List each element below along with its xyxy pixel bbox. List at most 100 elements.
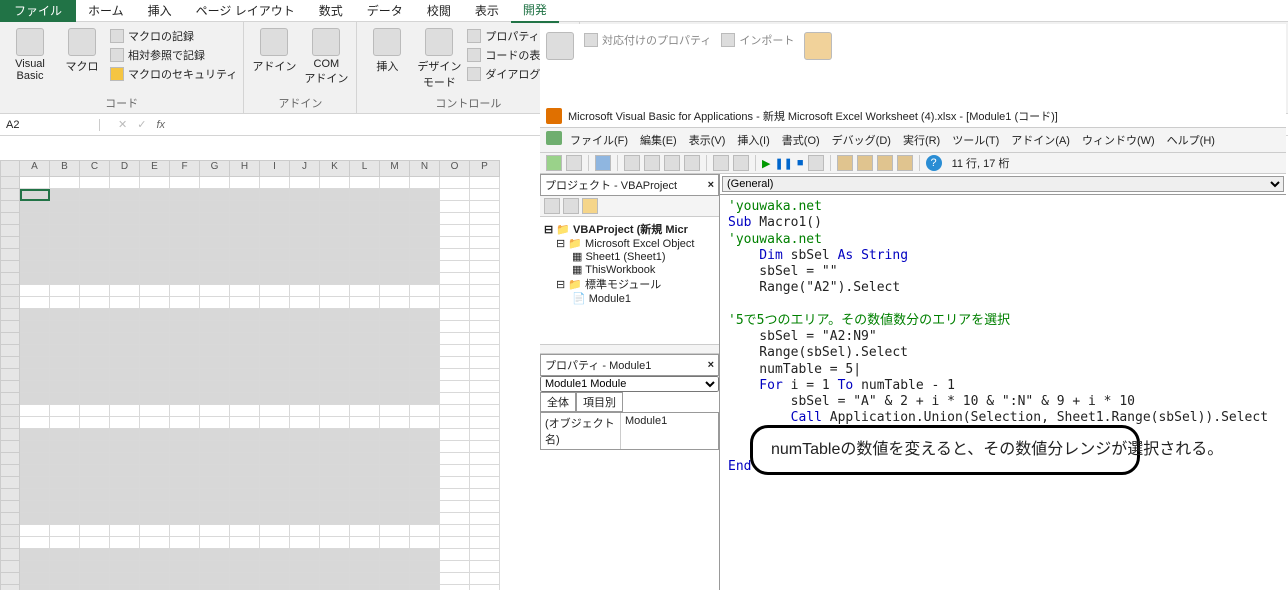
- col-header[interactable]: O: [440, 160, 470, 177]
- properties-panel-title: プロパティ - Module1 ×: [540, 354, 719, 376]
- col-header[interactable]: G: [200, 160, 230, 177]
- relative-ref-button[interactable]: 相対参照で記録: [110, 47, 237, 63]
- col-header[interactable]: L: [350, 160, 380, 177]
- tab-insert[interactable]: 挿入: [136, 0, 184, 22]
- object-browser-icon[interactable]: [877, 155, 893, 171]
- annotation-callout: numTableの数値を変えると、その数値分レンジが選択される。: [750, 425, 1140, 475]
- run-icon[interactable]: ▶: [762, 157, 770, 170]
- insert-module-icon[interactable]: [566, 155, 582, 171]
- col-header[interactable]: K: [320, 160, 350, 177]
- menu-file[interactable]: ファイル(F): [566, 131, 632, 149]
- col-header[interactable]: N: [410, 160, 440, 177]
- tab-review[interactable]: 校閲: [415, 0, 463, 22]
- col-header[interactable]: A: [20, 160, 50, 177]
- copy-icon[interactable]: [644, 155, 660, 171]
- menu-help[interactable]: ヘルプ(H): [1163, 131, 1219, 149]
- select-all-corner[interactable]: [0, 160, 20, 177]
- code-editor[interactable]: 'youwaka.net Sub Macro1() 'youwaka.net D…: [720, 195, 1286, 590]
- insert-button[interactable]: 挿入: [363, 24, 411, 74]
- com-addins-button[interactable]: COM アドイン: [302, 24, 350, 86]
- macros-button[interactable]: マクロ: [58, 24, 106, 74]
- cursor-position: 11 行, 17 桁: [952, 155, 1010, 171]
- view-object-icon[interactable]: [563, 198, 579, 214]
- save-icon[interactable]: [595, 155, 611, 171]
- visual-basic-button[interactable]: Visual Basic: [6, 24, 54, 82]
- fx-icon[interactable]: fx: [156, 119, 165, 131]
- toggle-folders-icon[interactable]: [582, 198, 598, 214]
- addins-button[interactable]: アドイン: [250, 24, 298, 74]
- import-button[interactable]: インポート: [721, 32, 794, 48]
- undo-icon[interactable]: [713, 155, 729, 171]
- reset-icon[interactable]: ■: [797, 157, 804, 169]
- col-header[interactable]: F: [170, 160, 200, 177]
- find-icon[interactable]: [684, 155, 700, 171]
- group-label-code: コード: [6, 93, 237, 113]
- col-header[interactable]: J: [290, 160, 320, 177]
- source-button[interactable]: [546, 28, 574, 60]
- help-icon[interactable]: ?: [926, 155, 942, 171]
- col-header[interactable]: E: [140, 160, 170, 177]
- menu-addins[interactable]: アドイン(A): [1007, 131, 1074, 149]
- tab-view[interactable]: 表示: [463, 0, 511, 22]
- prop-tab-categorized[interactable]: 項目別: [576, 392, 623, 412]
- menu-window[interactable]: ウィンドウ(W): [1078, 131, 1159, 149]
- map-properties-button[interactable]: 対応付けのプロパティ: [584, 32, 711, 48]
- tab-file[interactable]: ファイル: [0, 0, 76, 22]
- view-code-icon[interactable]: [544, 198, 560, 214]
- vbe-logo-icon: [546, 131, 562, 145]
- menu-edit[interactable]: 編集(E): [636, 131, 681, 149]
- view-excel-icon[interactable]: [546, 155, 562, 171]
- redo-icon[interactable]: [733, 155, 749, 171]
- menu-format[interactable]: 書式(O): [778, 131, 824, 149]
- tab-developer[interactable]: 開発: [511, 0, 559, 23]
- design-mode-button[interactable]: デザイン モード: [415, 24, 463, 90]
- prop-name-label: (オブジェクト名): [541, 413, 621, 449]
- menu-tools[interactable]: ツール(T): [948, 131, 1003, 149]
- col-header[interactable]: I: [260, 160, 290, 177]
- tree-module1[interactable]: 📄 Module1: [544, 292, 715, 305]
- vbe-title-text: Microsoft Visual Basic for Applications …: [568, 108, 1058, 124]
- menu-run[interactable]: 実行(R): [899, 131, 944, 149]
- col-header[interactable]: D: [110, 160, 140, 177]
- paste-icon[interactable]: [664, 155, 680, 171]
- group-code: Visual Basic マクロ マクロの記録 相対参照で記録 マクロのセキュリ…: [0, 22, 244, 113]
- toolbox-icon[interactable]: [897, 155, 913, 171]
- menu-debug[interactable]: デバッグ(D): [828, 131, 895, 149]
- close-icon[interactable]: ×: [708, 179, 714, 191]
- col-header[interactable]: P: [470, 160, 500, 177]
- vbe-toolbar: ▶ ❚❚ ■ ? 11 行, 17 桁: [540, 153, 1286, 174]
- break-icon[interactable]: ❚❚: [774, 157, 792, 170]
- menu-view[interactable]: 表示(V): [685, 131, 730, 149]
- col-header[interactable]: C: [80, 160, 110, 177]
- cancel-icon[interactable]: ✕: [118, 118, 127, 131]
- enter-icon[interactable]: ✓: [137, 118, 146, 131]
- col-header[interactable]: B: [50, 160, 80, 177]
- tab-home[interactable]: ホーム: [76, 0, 136, 22]
- group-addins: アドイン COM アドイン アドイン: [244, 22, 357, 113]
- worksheet[interactable]: ABCDEFGHIJKLMNOP: [0, 160, 540, 590]
- design-icon[interactable]: [808, 155, 824, 171]
- doc-panel-button[interactable]: [804, 28, 832, 60]
- prop-tab-all[interactable]: 全体: [540, 392, 576, 412]
- tab-pagelayout[interactable]: ページ レイアウト: [184, 0, 307, 22]
- macro-security-button[interactable]: マクロのセキュリティ: [110, 66, 237, 82]
- tab-data[interactable]: データ: [355, 0, 415, 22]
- properties-object-combo[interactable]: Module1 Module: [540, 376, 719, 392]
- col-header[interactable]: H: [230, 160, 260, 177]
- tree-thisworkbook[interactable]: ▦ ThisWorkbook: [544, 263, 715, 276]
- name-box[interactable]: A2: [0, 119, 100, 131]
- cut-icon[interactable]: [624, 155, 640, 171]
- record-macro-button[interactable]: マクロの記録: [110, 28, 237, 44]
- vbe-menubar[interactable]: ファイル(F) 編集(E) 表示(V) 挿入(I) 書式(O) デバッグ(D) …: [540, 128, 1286, 153]
- prop-name-value[interactable]: Module1: [621, 413, 671, 449]
- code-object-combo[interactable]: (General): [722, 176, 1284, 192]
- menu-insert[interactable]: 挿入(I): [733, 131, 773, 149]
- project-panel-title: プロジェクト - VBAProject ×: [540, 174, 719, 196]
- properties-window-icon[interactable]: [857, 155, 873, 171]
- col-header[interactable]: M: [380, 160, 410, 177]
- tab-formulas[interactable]: 数式: [307, 0, 355, 22]
- project-tree[interactable]: ⊟ 📁 VBAProject (新規 Micr ⊟ 📁 Microsoft Ex…: [540, 217, 719, 344]
- tree-sheet1[interactable]: ▦ Sheet1 (Sheet1): [544, 250, 715, 263]
- close-icon[interactable]: ×: [708, 359, 714, 371]
- project-explorer-icon[interactable]: [837, 155, 853, 171]
